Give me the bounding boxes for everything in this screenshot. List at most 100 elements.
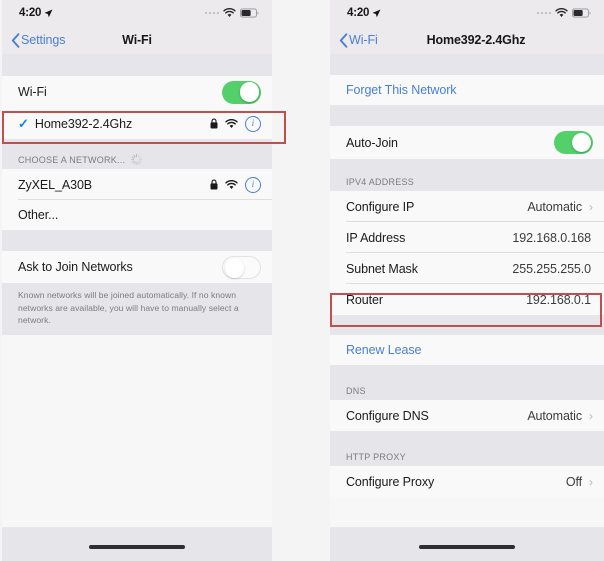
right-phone-network-detail: 4:20 Wi-Fi Home392-2.4Ghz Forget This Ne… — [330, 0, 604, 561]
choose-network-header: CHOOSE A NETWORK... — [2, 148, 272, 169]
section-gap — [2, 139, 272, 148]
section-gap — [330, 54, 604, 75]
back-button-wifi[interactable]: Wi-Fi — [330, 32, 378, 48]
available-networks-group: ZyXEL_A30B i Other... — [2, 169, 272, 230]
row-configure-ip[interactable]: Configure IP Automatic › — [330, 191, 604, 222]
subnet-mask-label: Subnet Mask — [346, 261, 418, 276]
configure-proxy-value: Off — [565, 474, 582, 489]
configure-ip-label: Configure IP — [346, 199, 415, 214]
subnet-mask-value: 255.255.255.0 — [512, 261, 591, 276]
row-other-network[interactable]: Other... — [2, 200, 272, 230]
section-gap — [2, 54, 272, 76]
info-circle-icon[interactable]: i — [245, 115, 261, 132]
renew-lease-label: Renew Lease — [346, 343, 422, 357]
row-ask-to-join[interactable]: Ask to Join Networks — [2, 251, 272, 283]
battery-icon — [572, 8, 591, 18]
auto-join-label: Auto-Join — [346, 135, 398, 150]
chevron-right-icon: › — [589, 408, 593, 423]
wifi-icon — [225, 118, 238, 128]
section-gap — [330, 431, 604, 446]
activity-spinner-icon — [131, 154, 143, 165]
http-proxy-group: Configure Proxy Off › — [330, 466, 604, 497]
status-bar-indicators-right — [536, 8, 592, 18]
wifi-toggle-switch[interactable] — [222, 80, 261, 104]
configure-dns-label: Configure DNS — [346, 408, 429, 423]
ipv4-header-label: IPV4 ADDRESS — [346, 177, 415, 187]
ipv4-section-header: IPV4 ADDRESS — [330, 170, 604, 191]
left-phone-wifi-list: 4:20 Settings Wi-Fi Wi-Fi ✓ Home392-2.4G… — [2, 0, 272, 561]
signal-dots-icon — [536, 11, 551, 15]
home-indicator-bar[interactable] — [89, 545, 185, 549]
row-configure-proxy[interactable]: Configure Proxy Off › — [330, 466, 604, 497]
nav-bar-left: Settings Wi-Fi — [2, 26, 272, 54]
dns-group: Configure DNS Automatic › — [330, 400, 604, 431]
status-bar-time: 4:20 — [19, 7, 42, 19]
row-wifi-toggle[interactable]: Wi-Fi — [2, 76, 272, 108]
configure-proxy-label: Configure Proxy — [346, 474, 435, 489]
status-bar-time-group: 4:20 — [347, 7, 381, 19]
network-name: ZyXEL_A30B — [18, 177, 93, 192]
renew-lease-group: Renew Lease — [330, 335, 604, 365]
ipv4-group: Configure IP Automatic › IP Address 192.… — [330, 191, 604, 315]
location-arrow-icon — [372, 9, 381, 17]
row-auto-join[interactable]: Auto-Join — [330, 126, 604, 159]
http-proxy-header-label: HTTP PROXY — [346, 452, 406, 462]
chevron-left-icon — [339, 32, 348, 48]
home-indicator-area-right — [330, 527, 604, 561]
back-button-label: Settings — [21, 33, 66, 47]
chevron-right-icon: › — [589, 199, 593, 214]
screenshot-stage: 4:20 Settings Wi-Fi Wi-Fi ✓ Home392-2.4G… — [0, 0, 604, 561]
back-button-label: Wi-Fi — [349, 33, 378, 47]
row-ip-address: IP Address 192.168.0.168 — [330, 222, 604, 253]
signal-dots-icon — [204, 11, 219, 15]
wifi-icon — [225, 179, 238, 189]
ip-address-label: IP Address — [346, 230, 406, 245]
row-network-zyxel[interactable]: ZyXEL_A30B i — [2, 169, 272, 200]
router-value: 192.168.0.1 — [526, 292, 591, 307]
section-gap — [330, 105, 604, 126]
status-bar-left: 4:20 — [2, 0, 272, 26]
back-button-settings[interactable]: Settings — [2, 32, 66, 48]
ask-to-join-footer-note: Known networks will be joined automatica… — [2, 283, 272, 336]
configure-ip-value: Automatic — [527, 199, 582, 214]
connected-network-name: Home392-2.4Ghz — [34, 116, 133, 131]
chevron-right-icon: › — [589, 474, 593, 489]
dns-section-header: DNS — [330, 380, 604, 400]
ask-to-join-label: Ask to Join Networks — [18, 260, 133, 274]
router-label: Router — [346, 292, 383, 307]
checkmark-icon: ✓ — [18, 116, 29, 131]
http-proxy-section-header: HTTP PROXY — [330, 446, 604, 466]
ask-to-join-group: Ask to Join Networks — [2, 251, 272, 283]
wifi-icon — [555, 8, 568, 17]
status-bar-time: 4:20 — [347, 7, 370, 19]
section-gap — [330, 159, 604, 170]
nav-bar-right: Wi-Fi Home392-2.4Ghz — [330, 26, 604, 54]
status-bar-time-group: 4:20 — [19, 7, 53, 19]
row-renew-lease[interactable]: Renew Lease — [330, 335, 604, 365]
section-gap — [330, 315, 604, 335]
lock-icon — [210, 179, 218, 190]
status-bar-indicators-left — [204, 8, 260, 18]
auto-join-switch[interactable] — [554, 131, 593, 154]
wifi-toggle-group: Wi-Fi ✓ Home392-2.4Ghz i — [2, 76, 272, 139]
configure-dns-value: Automatic — [527, 408, 582, 423]
row-forget-this-network[interactable]: Forget This Network — [330, 75, 604, 105]
location-arrow-icon — [44, 9, 53, 17]
wifi-toggle-label: Wi-Fi — [18, 85, 47, 99]
row-connected-network[interactable]: ✓ Home392-2.4Ghz i — [2, 108, 272, 139]
ip-address-value: 192.168.0.168 — [512, 230, 591, 245]
wifi-icon — [223, 8, 236, 17]
ask-to-join-switch[interactable] — [222, 255, 261, 279]
forget-network-group: Forget This Network — [330, 75, 604, 105]
status-bar-right: 4:20 — [330, 0, 604, 26]
section-gap — [330, 365, 604, 380]
row-configure-dns[interactable]: Configure DNS Automatic › — [330, 400, 604, 431]
info-circle-icon[interactable]: i — [245, 176, 261, 193]
lock-icon — [210, 118, 218, 129]
home-indicator-bar[interactable] — [419, 545, 515, 549]
other-network-label: Other... — [18, 208, 59, 222]
connected-network-icons: i — [210, 115, 261, 132]
auto-join-group: Auto-Join — [330, 126, 604, 159]
chevron-left-icon — [11, 32, 20, 48]
row-subnet-mask: Subnet Mask 255.255.255.0 — [330, 253, 604, 284]
